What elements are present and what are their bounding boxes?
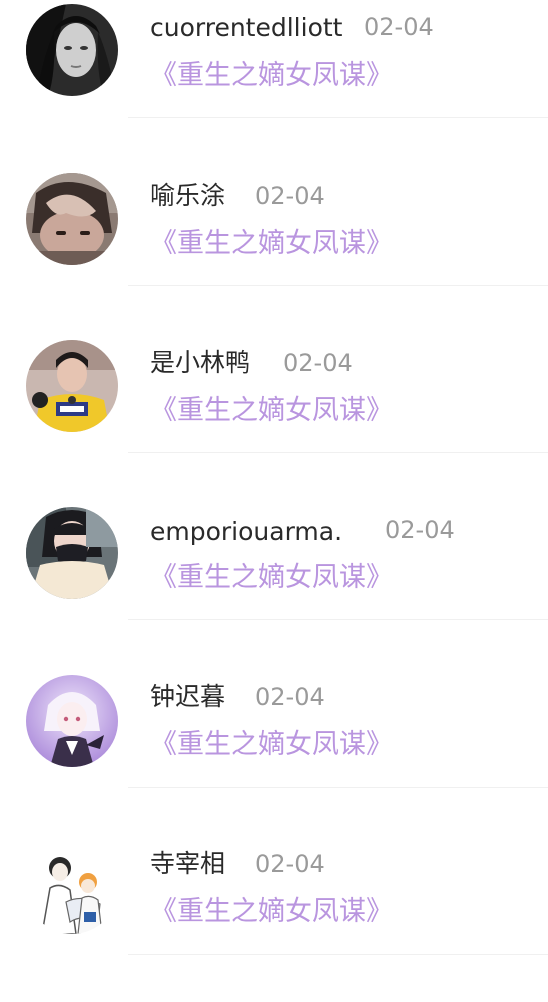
avatar-anime-purple-icon bbox=[26, 675, 118, 767]
user-avatar[interactable] bbox=[26, 4, 118, 96]
divider bbox=[128, 285, 548, 286]
divider bbox=[128, 117, 548, 118]
comment-date: 02-04 bbox=[255, 683, 325, 711]
book-link[interactable]: 《重生之嫡女凤谋》 bbox=[150, 731, 393, 758]
avatar-photo-boy-yellow-shirt-icon bbox=[26, 340, 118, 432]
list-item[interactable]: cuorrentedlliott 02-04 《重生之嫡女凤谋》 bbox=[0, 0, 548, 167]
avatar-photo-girl-bw-icon bbox=[26, 4, 118, 96]
username[interactable]: 寺宰相 bbox=[150, 851, 225, 876]
book-link[interactable]: 《重生之嫡女凤谋》 bbox=[150, 230, 393, 257]
comment-date: 02-04 bbox=[283, 349, 353, 377]
username[interactable]: emporiouarma. bbox=[150, 519, 342, 544]
list-item[interactable]: emporiouarma. 02-04 《重生之嫡女凤谋》 bbox=[0, 501, 548, 668]
user-avatar[interactable] bbox=[26, 340, 118, 432]
list-item[interactable]: 寺宰相 02-04 《重生之嫡女凤谋》 bbox=[0, 835, 548, 1002]
avatar-anime-sketch-icon bbox=[26, 842, 118, 934]
divider bbox=[128, 452, 548, 453]
list-item[interactable]: 是小林鸭 02-04 《重生之嫡女凤谋》 bbox=[0, 334, 548, 501]
comment-date: 02-04 bbox=[385, 516, 455, 544]
username[interactable]: cuorrentedlliott bbox=[150, 15, 342, 40]
divider bbox=[128, 954, 548, 955]
comment-date: 02-04 bbox=[255, 850, 325, 878]
book-link[interactable]: 《重生之嫡女凤谋》 bbox=[150, 62, 393, 89]
user-avatar[interactable] bbox=[26, 675, 118, 767]
divider bbox=[128, 787, 548, 788]
user-avatar[interactable] bbox=[26, 507, 118, 599]
comment-date: 02-04 bbox=[255, 182, 325, 210]
list-item[interactable]: 喻乐涂 02-04 《重生之嫡女凤谋》 bbox=[0, 167, 548, 334]
username[interactable]: 钟迟暮 bbox=[150, 684, 225, 709]
username[interactable]: 喻乐涂 bbox=[150, 183, 225, 208]
avatar-photo-boy-hand-icon bbox=[26, 173, 118, 265]
avatar-photo-girl-mask-icon bbox=[26, 507, 118, 599]
book-link[interactable]: 《重生之嫡女凤谋》 bbox=[150, 397, 393, 424]
book-link[interactable]: 《重生之嫡女凤谋》 bbox=[150, 898, 393, 925]
user-avatar[interactable] bbox=[26, 842, 118, 934]
comment-list: cuorrentedlliott 02-04 《重生之嫡女凤谋》 喻乐涂 02-… bbox=[0, 0, 548, 973]
divider bbox=[128, 619, 548, 620]
user-avatar[interactable] bbox=[26, 173, 118, 265]
username[interactable]: 是小林鸭 bbox=[150, 350, 250, 375]
comment-date: 02-04 bbox=[364, 13, 434, 41]
list-item[interactable]: 钟迟暮 02-04 《重生之嫡女凤谋》 bbox=[0, 668, 548, 835]
book-link[interactable]: 《重生之嫡女凤谋》 bbox=[150, 564, 393, 591]
